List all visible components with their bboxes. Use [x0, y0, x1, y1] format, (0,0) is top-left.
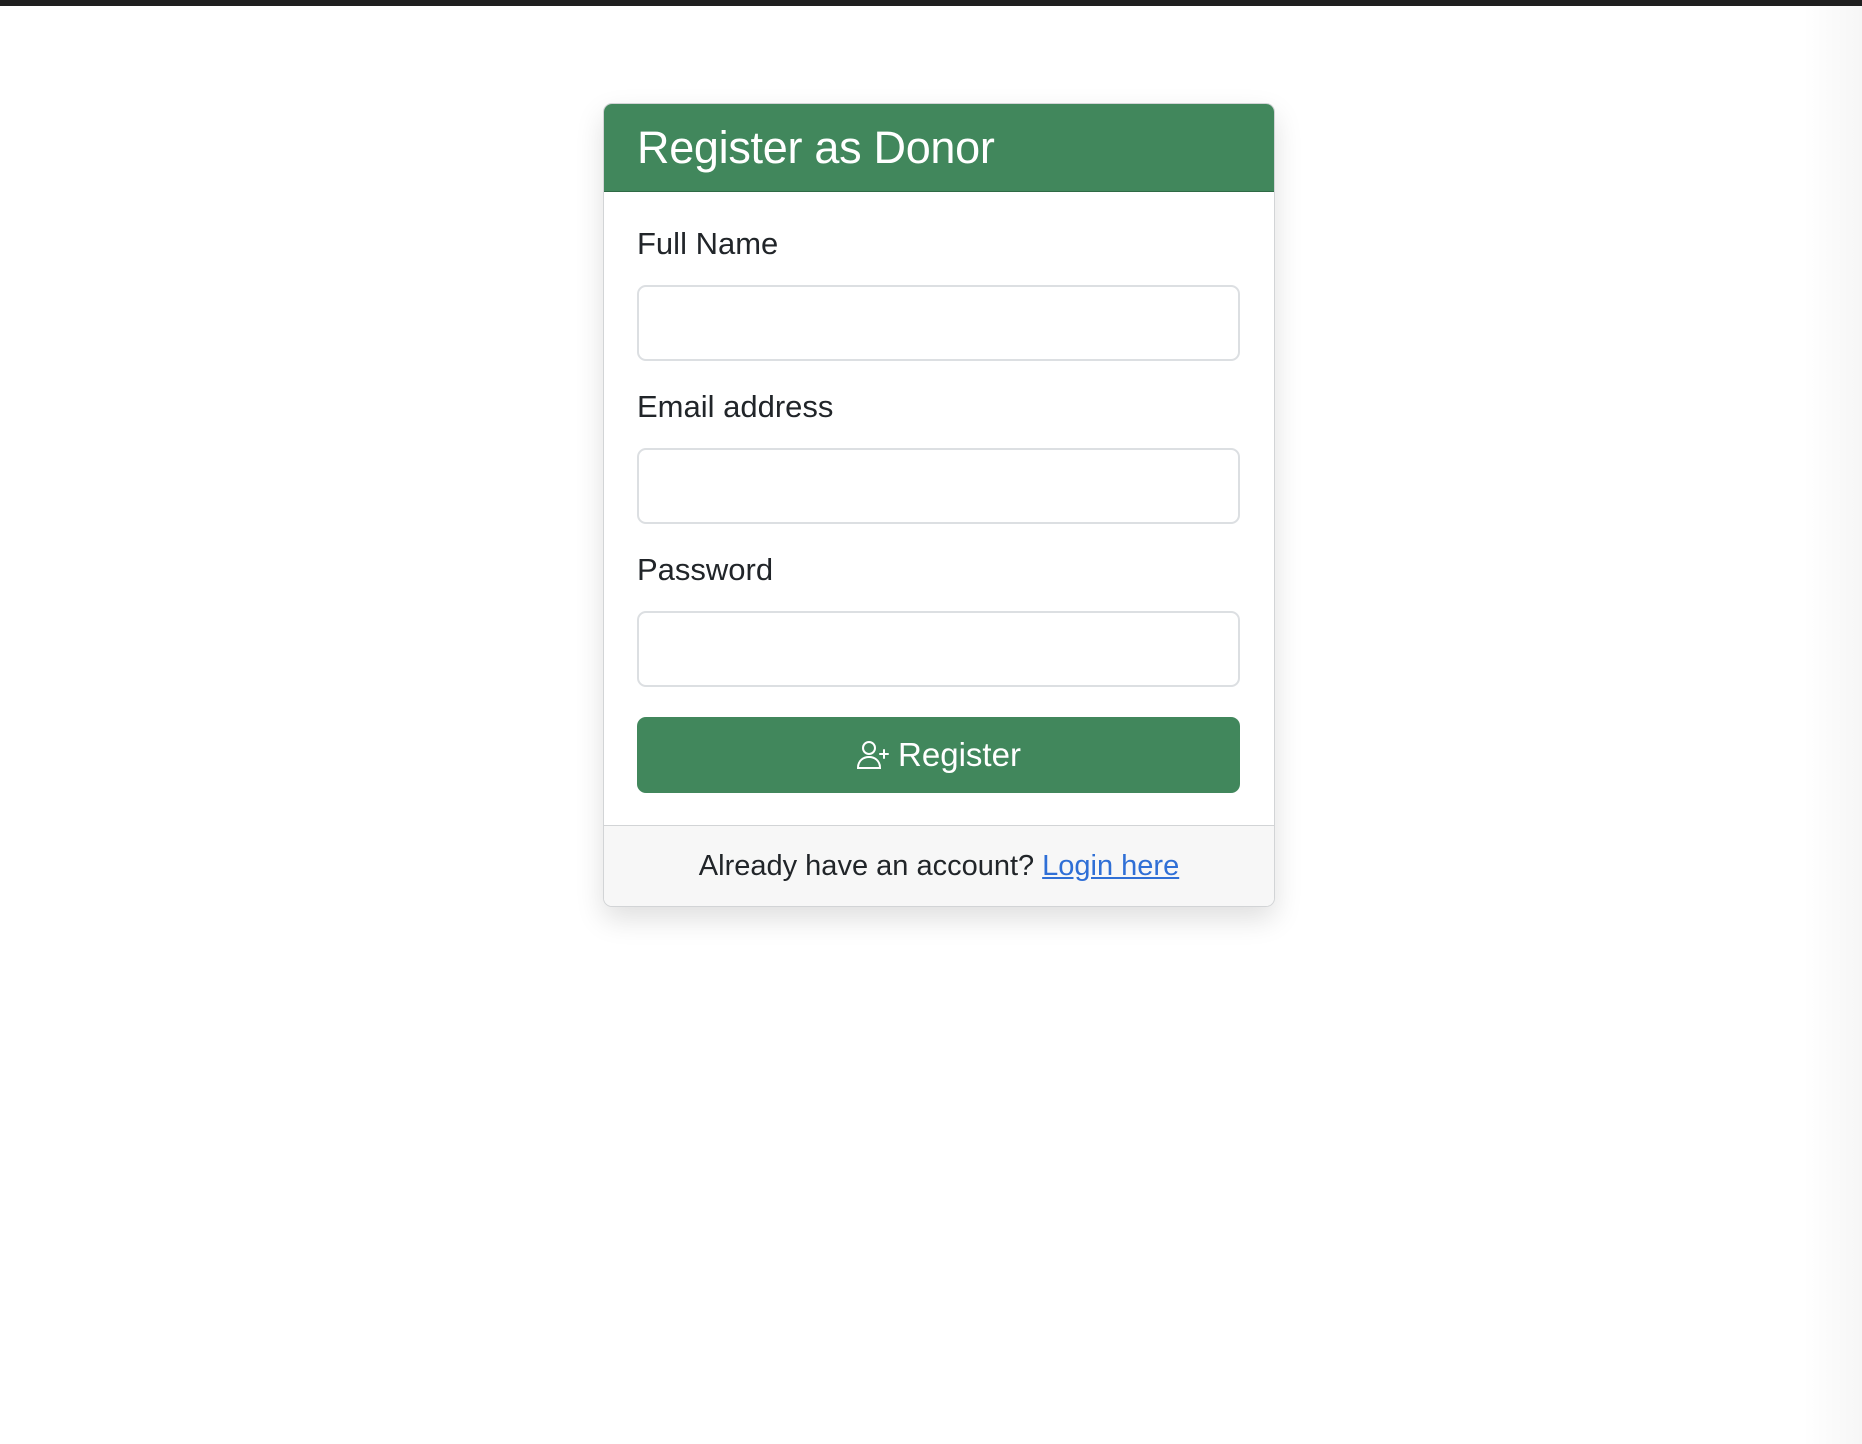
card-footer: Already have an account? Login here	[604, 825, 1274, 906]
page-title: Register as Donor	[637, 122, 995, 173]
login-link[interactable]: Login here	[1042, 850, 1179, 883]
register-form: Full Name Email address Password Registe…	[604, 192, 1274, 825]
password-label: Password	[637, 552, 774, 587]
full-name-group: Full Name	[637, 228, 1241, 361]
password-group: Password	[637, 554, 1241, 687]
register-button-label: Register	[898, 736, 1021, 773]
card-header: Register as Donor	[604, 104, 1274, 192]
window-top-bar	[0, 0, 1862, 6]
register-button[interactable]: Register	[637, 717, 1240, 793]
full-name-label: Full Name	[637, 226, 779, 261]
page-edge-shadow	[1802, 6, 1862, 1444]
person-plus-icon	[856, 740, 890, 770]
email-label: Email address	[637, 389, 834, 424]
login-prompt: Already have an account?	[698, 849, 1035, 882]
register-card: Register as Donor Full Name Email addres…	[603, 103, 1275, 907]
email-group: Email address	[637, 391, 1241, 524]
email-input[interactable]	[637, 448, 1240, 524]
password-input[interactable]	[637, 611, 1240, 687]
full-name-input[interactable]	[637, 285, 1240, 361]
